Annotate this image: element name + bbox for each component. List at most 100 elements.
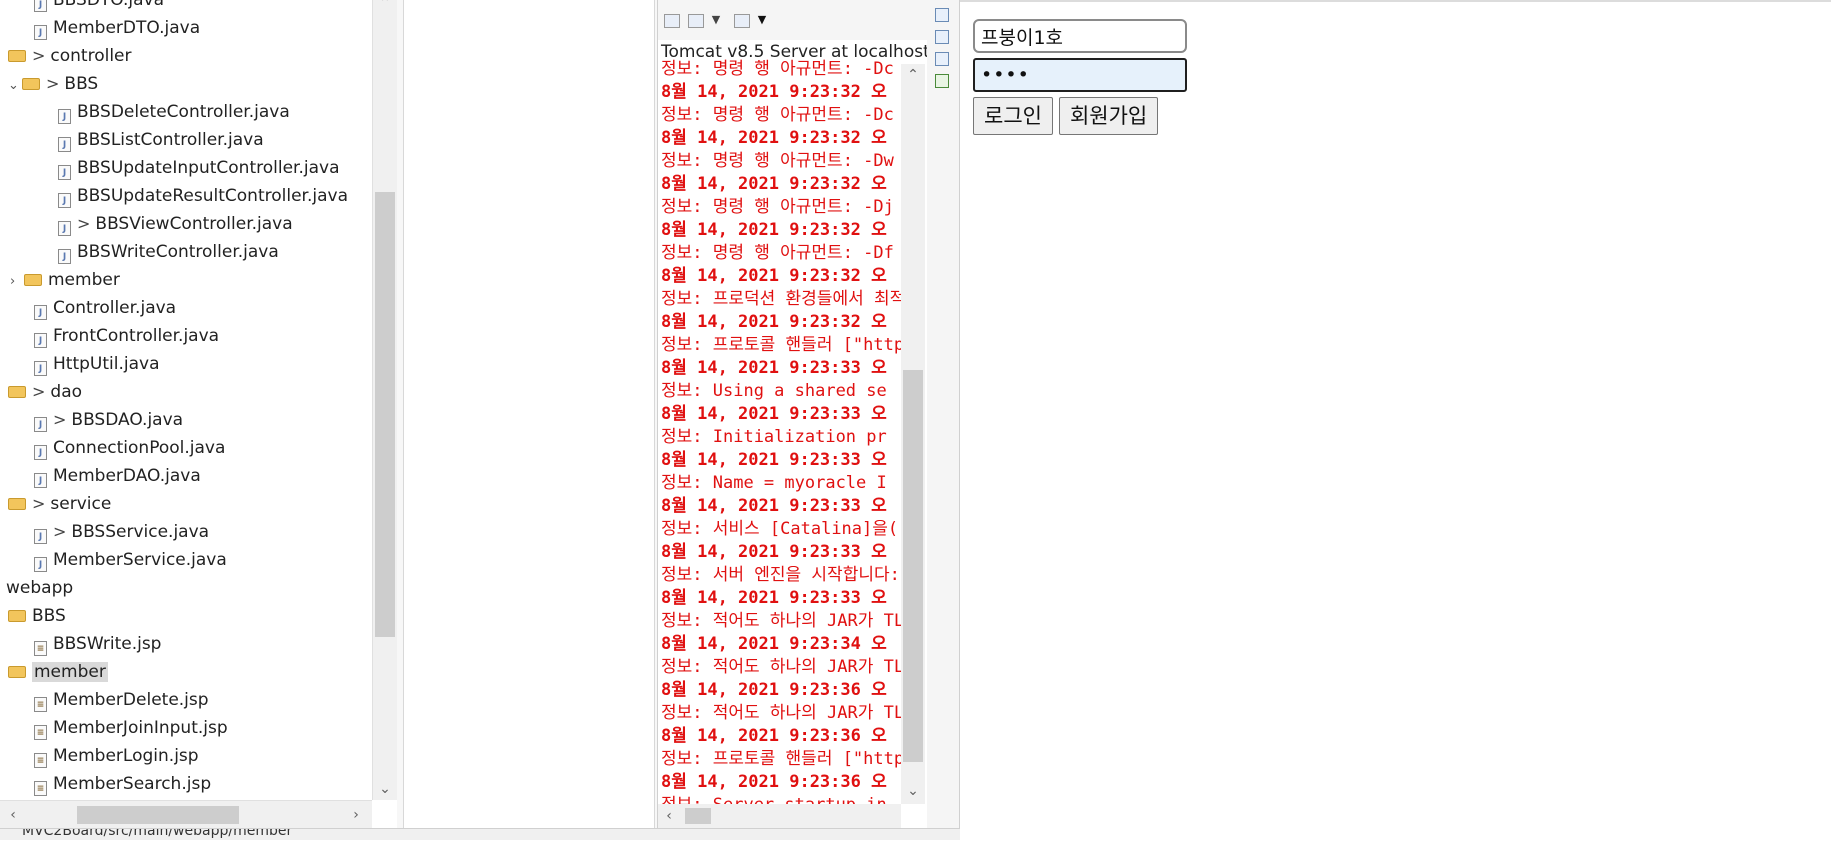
view-servers-icon[interactable] bbox=[935, 30, 949, 44]
tree-item[interactable]: ⌄ > BBS bbox=[0, 70, 372, 98]
log-timestamp-line: 8월 14, 2021 9:23:36 오 bbox=[661, 680, 887, 700]
java-file-icon bbox=[58, 109, 71, 124]
collapse-chevron-icon[interactable]: › bbox=[10, 268, 24, 296]
user-id-input[interactable] bbox=[973, 19, 1187, 53]
explorer-vertical-scrollbar[interactable]: ⌃ ⌄ bbox=[372, 0, 397, 800]
open-console-dropdown-icon[interactable]: ▼ bbox=[754, 14, 770, 28]
explorer-hscroll-thumb[interactable] bbox=[77, 806, 239, 824]
console-scroll-up-icon[interactable]: ⌃ bbox=[902, 66, 924, 84]
log-info-line: 정보: 명령 행 아규먼트: -Dj bbox=[661, 197, 894, 217]
java-file-icon bbox=[34, 333, 47, 348]
login-button[interactable]: 로그인 bbox=[973, 97, 1053, 135]
log-timestamp-line: 8월 14, 2021 9:23:32 오 bbox=[661, 82, 887, 102]
tree-item[interactable]: BBSUpdateInputController.java bbox=[0, 154, 372, 182]
scroll-right-arrow-icon[interactable]: › bbox=[345, 806, 367, 824]
tree-item[interactable]: BBS bbox=[0, 602, 372, 630]
tree-item[interactable]: webapp bbox=[0, 574, 372, 602]
open-console-icon[interactable] bbox=[734, 14, 750, 28]
log-timestamp-line: 8월 14, 2021 9:23:33 오 bbox=[661, 450, 887, 470]
scroll-up-arrow-icon[interactable]: ⌃ bbox=[374, 0, 396, 12]
tree-item[interactable]: MemberLogin.jsp bbox=[0, 742, 372, 770]
tree-item-label: member bbox=[48, 270, 120, 290]
tree-item-label: FrontController.java bbox=[53, 326, 220, 346]
package-icon bbox=[8, 386, 26, 398]
explorer-horizontal-scrollbar[interactable]: ‹ › bbox=[0, 800, 372, 828]
git-change-marker-icon: > bbox=[32, 46, 46, 65]
password-input[interactable] bbox=[973, 58, 1187, 92]
jsp-file-icon bbox=[34, 753, 47, 768]
log-info-line: 정보: Initialization pr bbox=[661, 427, 887, 447]
tree-item[interactable]: >BBSViewController.java bbox=[0, 210, 372, 238]
scroll-left-arrow-icon[interactable]: ‹ bbox=[2, 806, 24, 824]
console-horizontal-scrollbar[interactable]: ‹ bbox=[658, 804, 901, 828]
display-console-icon[interactable] bbox=[688, 14, 704, 28]
log-timestamp-line: 8월 14, 2021 9:23:32 오 bbox=[661, 174, 887, 194]
dropdown-chevron-icon[interactable]: ▼ bbox=[708, 14, 724, 28]
status-bar: MVC2Board/src/main/webapp/member bbox=[0, 828, 960, 840]
view-outline-icon[interactable] bbox=[935, 8, 949, 22]
console-vertical-scrollbar[interactable]: ⌃ ⌄ bbox=[901, 64, 925, 804]
view-download-icon[interactable] bbox=[935, 52, 949, 66]
git-change-marker-icon: > bbox=[32, 382, 46, 401]
server-start-icon[interactable] bbox=[664, 14, 680, 28]
tree-item[interactable]: MemberDAO.java bbox=[0, 462, 372, 490]
git-change-marker-icon: > bbox=[53, 410, 67, 429]
tree-item[interactable]: BBSWrite.jsp bbox=[0, 630, 372, 658]
tree-item[interactable]: > controller bbox=[0, 42, 372, 70]
join-button[interactable]: 회원가입 bbox=[1058, 97, 1159, 135]
tree-item[interactable]: BBSListController.java bbox=[0, 126, 372, 154]
java-file-icon bbox=[58, 137, 71, 152]
scroll-down-arrow-icon[interactable]: ⌄ bbox=[374, 780, 396, 798]
tree-item[interactable]: MemberDelete.jsp bbox=[0, 686, 372, 714]
tree-item[interactable]: BBSDeleteController.java bbox=[0, 98, 372, 126]
tree-item-label: BBS bbox=[32, 606, 66, 626]
log-info-line: 정보: 적어도 하나의 JAR가 TL bbox=[661, 703, 901, 723]
log-timestamp-line: 8월 14, 2021 9:23:32 오 bbox=[661, 266, 887, 286]
expand-chevron-icon[interactable]: ⌄ bbox=[8, 72, 22, 100]
log-timestamp-line: 8월 14, 2021 9:23:36 오 bbox=[661, 772, 887, 792]
java-file-icon bbox=[34, 25, 47, 40]
empty-view-pane bbox=[403, 0, 655, 828]
tree-item[interactable]: member bbox=[0, 658, 372, 686]
jsp-file-icon bbox=[34, 725, 47, 740]
console-scroll-down-icon[interactable]: ⌄ bbox=[902, 782, 924, 800]
tree-item[interactable]: › member bbox=[0, 266, 372, 294]
tree-item[interactable]: MemberService.java bbox=[0, 546, 372, 574]
java-file-icon bbox=[34, 361, 47, 376]
tree-item[interactable]: MemberDTO.java bbox=[0, 14, 372, 42]
tree-item[interactable]: BBSUpdateResultController.java bbox=[0, 182, 372, 210]
console-hscroll-thumb[interactable] bbox=[685, 808, 711, 824]
tree-item-label: BBSUpdateInputController.java bbox=[77, 158, 340, 178]
tree-item[interactable]: > dao bbox=[0, 378, 372, 406]
tree-item[interactable]: MemberSearch.jsp bbox=[0, 770, 372, 798]
tree-item[interactable]: FrontController.java bbox=[0, 322, 372, 350]
browser-page: 로그인회원가입 bbox=[960, 0, 1831, 841]
java-file-icon bbox=[58, 249, 71, 264]
tree-item-label: MemberDTO.java bbox=[53, 18, 201, 38]
tree-item[interactable]: MemberJoinInput.jsp bbox=[0, 714, 372, 742]
view-debug-icon[interactable] bbox=[935, 74, 949, 88]
tree-item-label: BBSViewController.java bbox=[95, 214, 293, 234]
tree-item-label: MemberLogin.jsp bbox=[53, 746, 199, 766]
tree-item-label: BBSDAO.java bbox=[71, 410, 184, 430]
tree-item-label: Controller.java bbox=[53, 298, 177, 318]
tree-item[interactable]: HttpUtil.java bbox=[0, 350, 372, 378]
console-scroll-left-icon[interactable]: ‹ bbox=[658, 807, 680, 825]
java-file-icon bbox=[34, 557, 47, 572]
explorer-vscroll-thumb[interactable] bbox=[375, 192, 395, 637]
project-explorer: BBSDTO.javaMemberDTO.java>controller⌄>BB… bbox=[0, 0, 397, 828]
tree-item-label: ConnectionPool.java bbox=[53, 438, 226, 458]
tree-item[interactable]: ConnectionPool.java bbox=[0, 434, 372, 462]
log-info-line: 정보: 적어도 하나의 JAR가 TL bbox=[661, 611, 901, 631]
console-vscroll-thumb[interactable] bbox=[903, 370, 923, 762]
tree-item[interactable]: BBSWriteController.java bbox=[0, 238, 372, 266]
tree-item[interactable]: > service bbox=[0, 490, 372, 518]
log-timestamp-line: 8월 14, 2021 9:23:33 오 bbox=[661, 542, 887, 562]
tree-item[interactable]: >BBSService.java bbox=[0, 518, 372, 546]
log-info-line: 정보: 프로덕션 환경들에서 최적 bbox=[661, 289, 901, 309]
package-icon bbox=[8, 50, 26, 62]
java-file-icon bbox=[34, 0, 47, 12]
tree-item[interactable]: BBSDTO.java bbox=[0, 0, 372, 14]
tree-item[interactable]: >BBSDAO.java bbox=[0, 406, 372, 434]
tree-item[interactable]: Controller.java bbox=[0, 294, 372, 322]
